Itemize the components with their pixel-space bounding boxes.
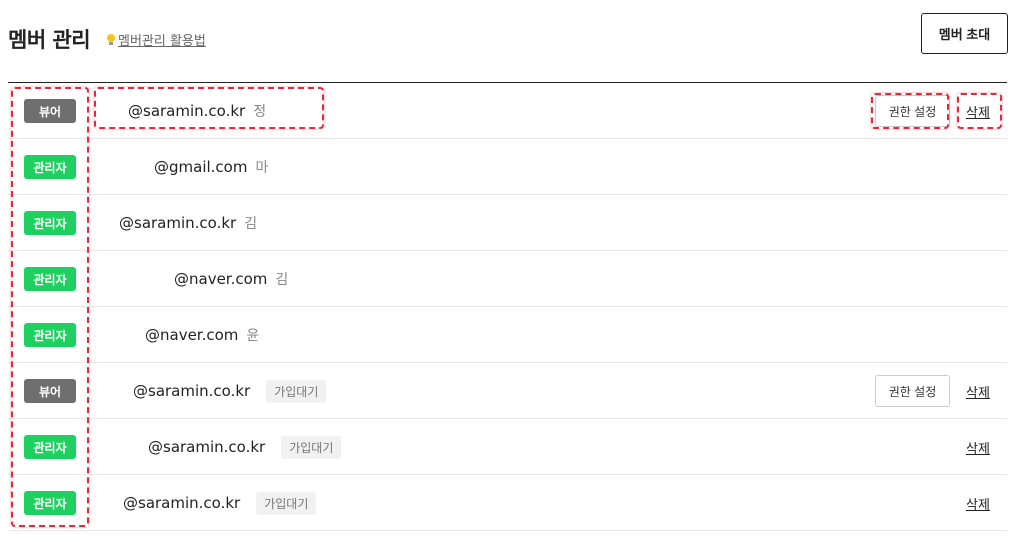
role-badge: 관리자: [24, 491, 76, 515]
member-name: 김: [275, 272, 289, 288]
member-info: @saramin.co.kr 가입대기: [133, 363, 327, 419]
member-row: 관리자 @saramin.co.kr 가입대기 삭제: [8, 419, 1007, 475]
member-email: @saramin.co.kr: [148, 438, 266, 456]
member-row: 뷰어 @saramin.co.kr 가입대기 권한 설정 삭제: [8, 363, 1007, 419]
member-info: @saramin.co.kr 정: [128, 83, 266, 139]
role-badge: 뷰어: [24, 99, 76, 123]
member-info: @saramin.co.kr 가입대기: [123, 475, 317, 531]
help-link[interactable]: 멤버관리 활용법: [106, 30, 206, 49]
member-row: 관리자 @gmail.com 마: [8, 139, 1007, 195]
member-name: 정: [253, 104, 267, 120]
member-name: 김: [244, 216, 258, 232]
page-header: 멤버 관리 멤버관리 활용법 멤버 초대: [0, 0, 1019, 82]
member-email: @naver.com: [145, 326, 239, 344]
member-info: @saramin.co.kr 가입대기: [148, 419, 342, 475]
member-email: @naver.com: [174, 270, 268, 288]
delete-member-link[interactable]: 삭제: [966, 83, 990, 139]
member-info: @naver.com 윤: [145, 307, 259, 363]
member-row: 관리자 @saramin.co.kr 가입대기 삭제: [8, 475, 1007, 531]
member-row: 관리자 @naver.com 김: [8, 251, 1007, 307]
permission-settings-button[interactable]: 권한 설정: [875, 375, 950, 407]
role-badge: 관리자: [24, 267, 76, 291]
member-email: @saramin.co.kr: [123, 494, 241, 512]
lightbulb-icon: [106, 33, 115, 46]
role-badge: 뷰어: [24, 379, 76, 403]
member-email: @saramin.co.kr: [133, 382, 251, 400]
help-link-label: 멤버관리 활용법: [118, 34, 206, 49]
member-info: @saramin.co.kr 김: [119, 195, 257, 251]
delete-member-link[interactable]: 삭제: [966, 475, 990, 531]
permission-settings-button[interactable]: 권한 설정: [875, 95, 950, 127]
member-info: @naver.com 김: [174, 251, 288, 307]
member-name: 마: [255, 160, 269, 176]
pending-badge: 가입대기: [256, 491, 317, 515]
member-row: 관리자 @saramin.co.kr 김: [8, 195, 1007, 251]
role-badge: 관리자: [24, 323, 76, 347]
member-info: @gmail.com 마: [154, 139, 268, 195]
member-email: @saramin.co.kr: [128, 102, 246, 120]
member-email: @saramin.co.kr: [119, 214, 237, 232]
delete-member-link[interactable]: 삭제: [966, 363, 990, 419]
invite-member-button[interactable]: 멤버 초대: [921, 13, 1008, 54]
role-badge: 관리자: [24, 211, 76, 235]
pending-badge: 가입대기: [266, 379, 327, 403]
member-row: 관리자 @naver.com 윤: [8, 307, 1007, 363]
member-table: 뷰어 @saramin.co.kr 정 권한 설정 삭제 관리자 @gmail.…: [8, 82, 1007, 531]
pending-badge: 가입대기: [281, 435, 342, 459]
member-name: 윤: [246, 328, 260, 344]
member-row: 뷰어 @saramin.co.kr 정 권한 설정 삭제: [8, 83, 1007, 139]
delete-member-link[interactable]: 삭제: [966, 419, 990, 475]
role-badge: 관리자: [24, 155, 76, 179]
role-badge: 관리자: [24, 435, 76, 459]
page-title: 멤버 관리: [8, 28, 91, 52]
member-email: @gmail.com: [154, 158, 248, 176]
